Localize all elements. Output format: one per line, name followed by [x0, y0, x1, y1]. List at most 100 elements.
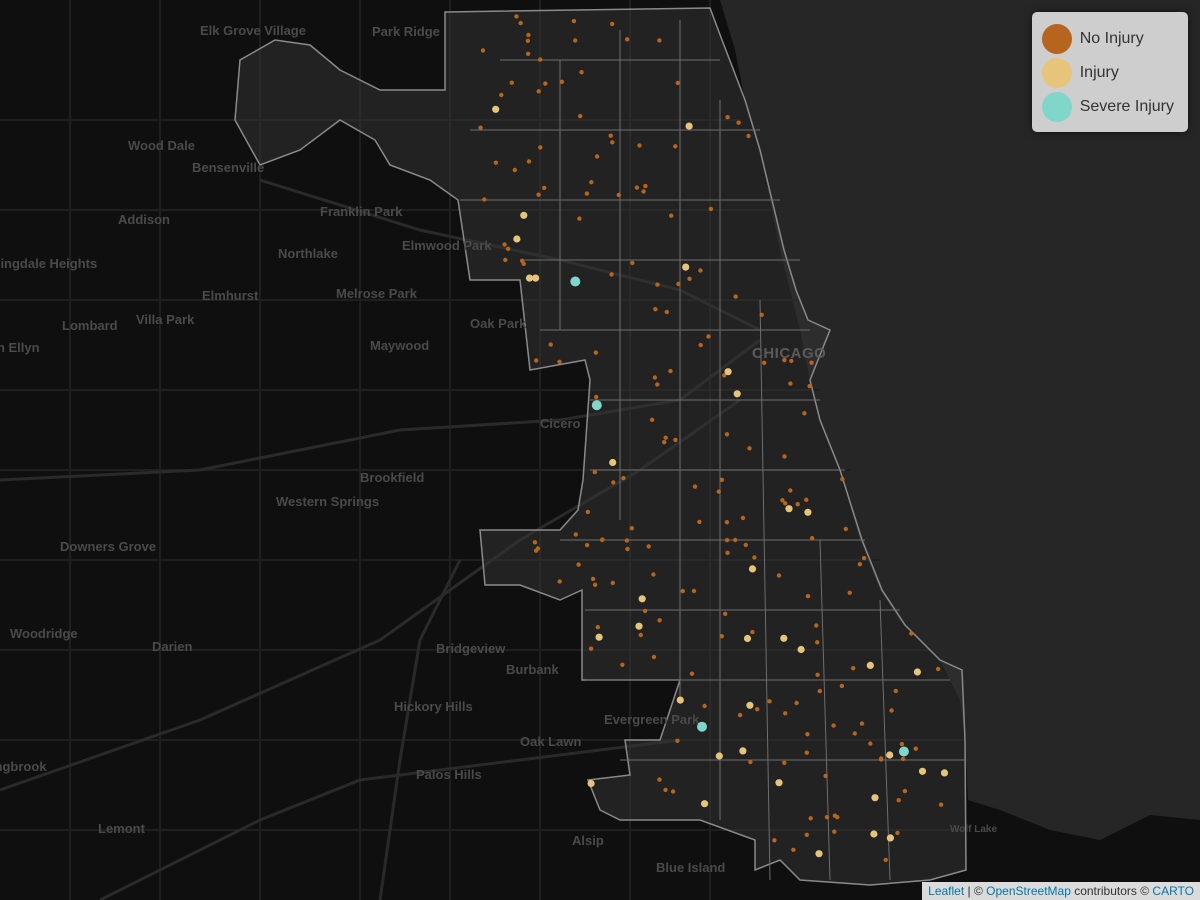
no-injury-marker[interactable] [653, 307, 658, 312]
no-injury-marker[interactable] [883, 857, 888, 863]
no-injury-marker[interactable] [503, 257, 508, 263]
no-injury-marker[interactable] [532, 540, 538, 545]
no-injury-marker[interactable] [676, 281, 681, 287]
no-injury-marker[interactable] [747, 446, 752, 451]
injury-marker[interactable] [775, 779, 783, 787]
injury-marker[interactable] [871, 794, 879, 802]
no-injury-marker[interactable] [692, 484, 698, 489]
injury-marker[interactable] [797, 645, 805, 654]
no-injury-marker[interactable] [637, 143, 642, 148]
no-injury-marker[interactable] [621, 475, 626, 481]
no-injury-marker[interactable] [651, 654, 657, 660]
injury-marker[interactable] [520, 211, 528, 219]
no-injury-marker[interactable] [851, 666, 856, 671]
no-injury-marker[interactable] [740, 515, 746, 521]
no-injury-marker[interactable] [762, 360, 767, 365]
no-injury-marker[interactable] [697, 519, 702, 525]
injury-marker[interactable] [685, 122, 693, 130]
no-injury-marker[interactable] [767, 699, 772, 704]
no-injury-marker[interactable] [584, 542, 590, 548]
no-injury-marker[interactable] [698, 342, 703, 348]
no-injury-marker[interactable] [725, 550, 730, 555]
no-injury-marker[interactable] [733, 294, 738, 299]
no-injury-marker[interactable] [542, 185, 547, 191]
no-injury-marker[interactable] [804, 832, 809, 837]
injury-marker[interactable] [815, 850, 823, 858]
no-injury-marker[interactable] [899, 741, 905, 747]
no-injury-marker[interactable] [889, 708, 894, 713]
no-injury-marker[interactable] [584, 191, 590, 196]
injury-marker[interactable] [748, 565, 757, 573]
no-injury-marker[interactable] [610, 140, 615, 145]
no-injury-marker[interactable] [649, 417, 655, 422]
injury-marker[interactable] [609, 458, 617, 467]
no-injury-marker[interactable] [646, 544, 651, 549]
no-injury-marker[interactable] [641, 189, 646, 194]
no-injury-marker[interactable] [823, 773, 828, 779]
no-injury-marker[interactable] [809, 360, 814, 365]
no-injury-marker[interactable] [638, 632, 643, 638]
no-injury-marker[interactable] [780, 498, 785, 503]
severe-injury-marker[interactable] [697, 721, 707, 732]
no-injury-marker[interactable] [680, 588, 685, 594]
injury-marker[interactable] [587, 779, 595, 788]
no-injury-marker[interactable] [808, 816, 813, 821]
no-injury-marker[interactable] [691, 588, 697, 594]
no-injury-marker[interactable] [557, 359, 562, 364]
no-injury-marker[interactable] [557, 579, 562, 584]
no-injury-marker[interactable] [526, 159, 532, 164]
no-injury-marker[interactable] [913, 746, 918, 751]
severe-injury-marker[interactable] [570, 276, 581, 287]
no-injury-marker[interactable] [595, 625, 600, 630]
no-injury-marker[interactable] [652, 375, 658, 380]
no-injury-marker[interactable] [611, 480, 616, 485]
injury-marker[interactable] [513, 235, 521, 243]
no-injury-marker[interactable] [789, 358, 794, 364]
no-injury-marker[interactable] [526, 32, 531, 38]
no-injury-marker[interactable] [687, 276, 692, 281]
no-injury-marker[interactable] [664, 309, 669, 315]
injury-marker[interactable] [870, 830, 878, 838]
no-injury-marker[interactable] [832, 829, 837, 834]
no-injury-marker[interactable] [788, 488, 793, 493]
no-injury-marker[interactable] [594, 394, 599, 400]
no-injury-marker[interactable] [610, 21, 615, 27]
no-injury-marker[interactable] [543, 81, 548, 86]
no-injury-marker[interactable] [505, 246, 511, 251]
no-injury-marker[interactable] [708, 206, 714, 212]
no-injury-marker[interactable] [896, 798, 901, 803]
no-injury-marker[interactable] [861, 555, 867, 561]
no-injury-marker[interactable] [868, 741, 873, 746]
no-injury-marker[interactable] [935, 666, 941, 672]
no-injury-marker[interactable] [573, 38, 578, 43]
injury-marker[interactable] [595, 633, 603, 641]
no-injury-marker[interactable] [634, 185, 640, 190]
no-injury-marker[interactable] [657, 618, 662, 623]
no-injury-marker[interactable] [689, 671, 695, 676]
no-injury-marker[interactable] [534, 358, 539, 363]
no-injury-marker[interactable] [642, 608, 648, 614]
injury-marker[interactable] [739, 747, 747, 755]
no-injury-marker[interactable] [783, 711, 788, 716]
no-injury-marker[interactable] [788, 381, 793, 386]
no-injury-marker[interactable] [698, 268, 703, 273]
no-injury-marker[interactable] [909, 631, 914, 636]
no-injury-marker[interactable] [616, 192, 621, 198]
no-injury-marker[interactable] [579, 70, 584, 75]
injury-marker[interactable] [866, 661, 874, 670]
no-injury-marker[interactable] [624, 538, 630, 543]
injury-marker[interactable] [733, 390, 741, 398]
no-injury-marker[interactable] [673, 144, 678, 149]
no-injury-marker[interactable] [878, 757, 884, 762]
injury-marker[interactable] [724, 368, 732, 376]
severe-injury-marker[interactable] [591, 400, 602, 411]
no-injury-marker[interactable] [594, 154, 600, 159]
no-injury-marker[interactable] [675, 80, 680, 86]
no-injury-marker[interactable] [576, 562, 581, 567]
injury-marker[interactable] [913, 668, 922, 676]
no-injury-marker[interactable] [608, 133, 613, 138]
severe-injury-marker[interactable] [898, 746, 909, 757]
no-injury-marker[interactable] [482, 197, 487, 202]
no-injury-marker[interactable] [590, 576, 596, 582]
no-injury-marker[interactable] [772, 838, 777, 843]
